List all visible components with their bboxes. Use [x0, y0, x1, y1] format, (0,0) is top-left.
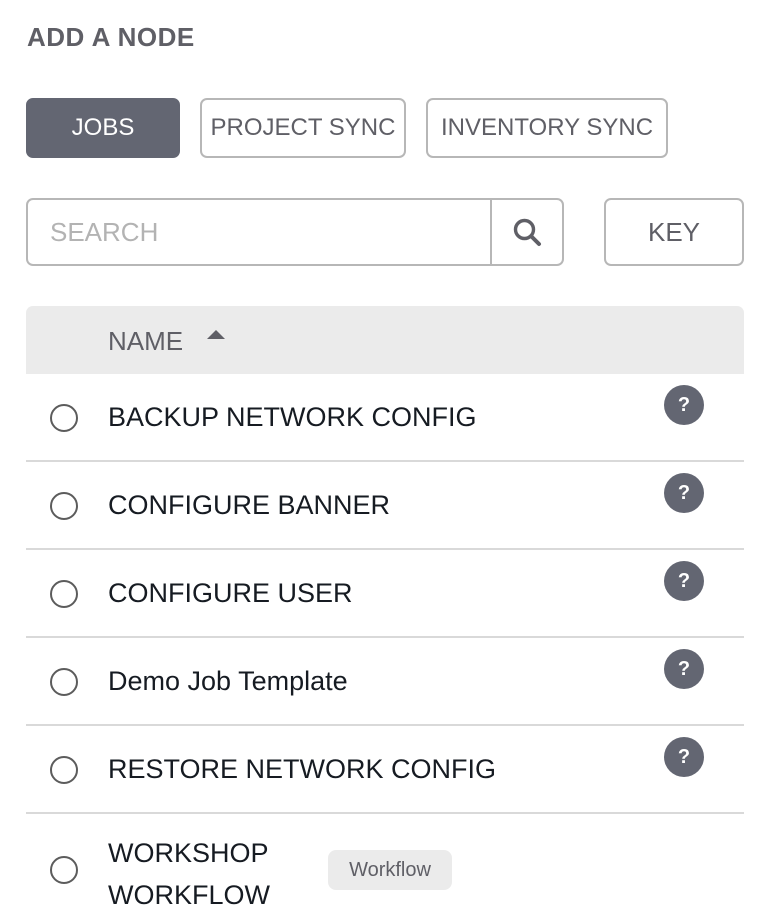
table-header: NAME [26, 306, 744, 374]
tab-inventory-sync[interactable]: INVENTORY SYNC [426, 98, 668, 158]
row-radio[interactable] [50, 856, 78, 884]
help-icon[interactable]: ? [664, 649, 704, 689]
table-row[interactable]: WORKSHOP WORKFLOW Workflow [26, 814, 744, 922]
add-node-panel: ADD A NODE JOBS PROJECT SYNC INVENTORY S… [0, 0, 774, 922]
search-button[interactable] [490, 200, 562, 264]
table-row[interactable]: CONFIGURE USER ? [26, 550, 744, 638]
row-radio[interactable] [50, 492, 78, 520]
column-header-name[interactable]: NAME [108, 326, 183, 357]
row-name: CONFIGURE USER [108, 578, 353, 608]
help-icon[interactable]: ? [664, 385, 704, 425]
table-row[interactable]: CONFIGURE BANNER ? [26, 462, 744, 550]
row-name: WORKSHOP WORKFLOW [108, 838, 270, 910]
help-icon[interactable]: ? [664, 737, 704, 777]
tab-jobs[interactable]: JOBS [26, 98, 180, 158]
row-name: CONFIGURE BANNER [108, 490, 391, 520]
tab-project-sync[interactable]: PROJECT SYNC [200, 98, 406, 158]
help-icon[interactable]: ? [664, 561, 704, 601]
row-name: BACKUP NETWORK CONFIG [108, 402, 477, 432]
search-input[interactable] [28, 200, 490, 264]
row-radio[interactable] [50, 580, 78, 608]
table-row[interactable]: Demo Job Template ? [26, 638, 744, 726]
row-radio[interactable] [50, 756, 78, 784]
sort-ascending-icon[interactable] [207, 330, 225, 339]
key-button[interactable]: KEY [604, 198, 744, 266]
search-box [26, 198, 564, 266]
row-radio[interactable] [50, 404, 78, 432]
table-row[interactable]: BACKUP NETWORK CONFIG ? [26, 374, 744, 462]
row-name: RESTORE NETWORK CONFIG [108, 754, 497, 784]
node-type-tabs: JOBS PROJECT SYNC INVENTORY SYNC [26, 98, 668, 158]
help-icon[interactable]: ? [664, 473, 704, 513]
job-template-list: BACKUP NETWORK CONFIG ? CONFIGURE BANNER… [26, 374, 744, 922]
page-title: ADD A NODE [27, 22, 195, 52]
workflow-badge: Workflow [328, 850, 452, 890]
row-name: Demo Job Template [108, 666, 348, 696]
row-radio[interactable] [50, 668, 78, 696]
search-icon [513, 218, 541, 246]
table-row[interactable]: RESTORE NETWORK CONFIG ? [26, 726, 744, 814]
